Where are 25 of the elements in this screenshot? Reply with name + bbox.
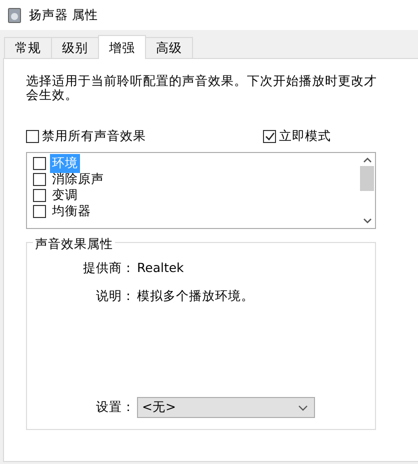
field-value: Realtek (137, 259, 184, 278)
checkbox[interactable] (33, 189, 46, 202)
tab[interactable]: 增强 (98, 35, 146, 59)
field-value: 模拟多个播放环境。 (137, 287, 254, 306)
scroll-up-icon[interactable] (362, 156, 372, 163)
checkbox[interactable] (33, 173, 46, 186)
setting-dropdown[interactable]: <无> (137, 397, 315, 418)
checkbox[interactable] (263, 130, 276, 143)
field-label: 提供商： (82, 259, 136, 278)
scroll-down-icon[interactable] (362, 218, 372, 224)
option-label[interactable]: 立即模式 (279, 127, 331, 146)
checkbox[interactable] (26, 130, 39, 143)
chevron-icon (298, 404, 308, 411)
option-label[interactable]: 禁用所有声音效果 (42, 127, 146, 146)
checkbox[interactable] (33, 205, 46, 218)
tab[interactable]: 高级 (145, 37, 193, 58)
checkbox[interactable] (33, 157, 46, 170)
scrollbar-thumb[interactable] (360, 166, 374, 191)
field-label: 说明： (95, 287, 136, 306)
tab[interactable]: 常规 (4, 37, 52, 58)
effects-list[interactable]: 环境 消除原声 变调 均衡器 (26, 152, 376, 229)
setting-label: 设置： (95, 398, 136, 416)
speaker-icon (8, 8, 21, 22)
description-text: 选择适用于当前聆听配置的声音效果。下次开始播放时更改才会生效。 (26, 74, 378, 102)
window-title: 扬声器 属性 (29, 6, 98, 24)
